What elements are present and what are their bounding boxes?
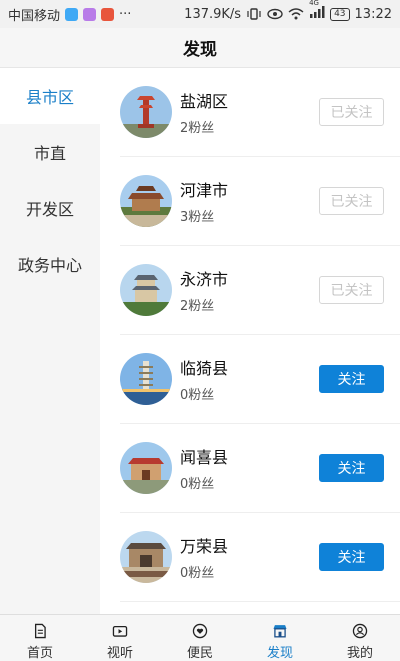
followed-button[interactable]: 已关注: [319, 187, 384, 215]
status-bar: 中国移动 ··· 137.9K/s 4G 43 13:22: [0, 0, 400, 28]
vibrate-icon: [247, 8, 261, 20]
fan-count: 2粉丝: [180, 121, 215, 136]
list-item[interactable]: 闻喜县 0粉丝 关注: [120, 424, 400, 513]
nav-video[interactable]: 视听: [80, 615, 160, 661]
nav-label: 便民: [186, 646, 213, 661]
sidebar-item-label: 市直: [33, 144, 66, 163]
page-title: 发现: [183, 40, 217, 60]
sidebar-item-label: 县市区: [25, 88, 74, 107]
list-item[interactable]: 永济市 2粉丝 已关注: [120, 246, 400, 335]
nav-services[interactable]: 便民: [160, 615, 240, 661]
account-name: 永济市: [180, 270, 229, 289]
fan-count: 3粉丝: [180, 210, 215, 225]
wifi-icon: [288, 8, 304, 20]
gate-icon: [120, 531, 172, 583]
sidebar-item-development-zone[interactable]: 开发区: [0, 180, 100, 236]
nav-label: 首页: [26, 646, 53, 661]
sidebar-item-counties[interactable]: 县市区: [0, 68, 100, 124]
building-icon: [120, 442, 172, 494]
app-notification-icon: [65, 7, 79, 21]
nav-profile[interactable]: 我的: [320, 615, 400, 661]
account-name: 闻喜县: [180, 448, 229, 467]
page-header: 发现: [0, 28, 400, 68]
more-notifications-label: ···: [119, 6, 132, 22]
video-icon: [112, 625, 128, 637]
sidebar-item-label: 政务中心: [17, 256, 82, 275]
clock: 13:22: [354, 6, 392, 22]
gallery-notification-icon: [83, 7, 97, 21]
heart-icon: [192, 623, 208, 639]
followed-button[interactable]: 已关注: [319, 98, 384, 126]
follow-button[interactable]: 关注: [319, 454, 384, 482]
signal-icon: 4G: [309, 0, 325, 22]
fan-count: 0粉丝: [180, 388, 215, 403]
follow-button[interactable]: 关注: [319, 365, 384, 393]
news-notification-icon: [101, 7, 115, 21]
account-list: 盐湖区 2粉丝 已关注 河津市 3粉丝 已关注 永济市 2粉丝 已关注 临猗县 …: [100, 68, 400, 614]
list-item[interactable]: 万荣县 0粉丝 关注: [120, 513, 400, 602]
nav-discover[interactable]: 发现: [240, 615, 320, 661]
account-name: 临猗县: [180, 359, 229, 378]
store-icon: [273, 625, 287, 638]
carrier-label: 中国移动: [8, 8, 61, 24]
network-type: 4G: [309, 0, 319, 7]
list-item[interactable]: 临猗县 0粉丝 关注: [120, 335, 400, 424]
eye-icon: [267, 8, 283, 20]
bottom-nav: 首页 视听 便民 发现 我的: [0, 614, 400, 661]
pavilion-icon: [120, 264, 172, 316]
list-item[interactable]: 盐湖区 2粉丝 已关注: [120, 68, 400, 157]
nav-label: 我的: [346, 646, 373, 661]
fan-count: 2粉丝: [180, 299, 215, 314]
fan-count: 0粉丝: [180, 477, 215, 492]
account-name: 万荣县: [180, 537, 229, 556]
tower-icon: [120, 86, 172, 138]
temple-icon: [120, 175, 172, 227]
user-icon: [352, 623, 368, 639]
battery-level: 43: [330, 7, 350, 21]
network-speed: 137.9K/s: [184, 6, 242, 22]
account-name: 河津市: [180, 181, 229, 200]
follow-button[interactable]: 关注: [319, 543, 384, 571]
fan-count: 0粉丝: [180, 566, 215, 581]
account-name: 盐湖区: [180, 92, 229, 111]
category-sidebar: 县市区 市直 开发区 政务中心: [0, 68, 100, 614]
followed-button[interactable]: 已关注: [319, 276, 384, 304]
nav-home[interactable]: 首页: [0, 615, 80, 661]
list-item[interactable]: 河津市 3粉丝 已关注: [120, 157, 400, 246]
document-icon: [34, 623, 46, 639]
nav-label: 发现: [266, 646, 293, 661]
sidebar-item-city-direct[interactable]: 市直: [0, 124, 100, 180]
sidebar-item-government-center[interactable]: 政务中心: [0, 236, 100, 292]
nav-label: 视听: [106, 646, 133, 661]
pagoda-icon: [120, 353, 172, 405]
sidebar-item-label: 开发区: [25, 200, 74, 219]
